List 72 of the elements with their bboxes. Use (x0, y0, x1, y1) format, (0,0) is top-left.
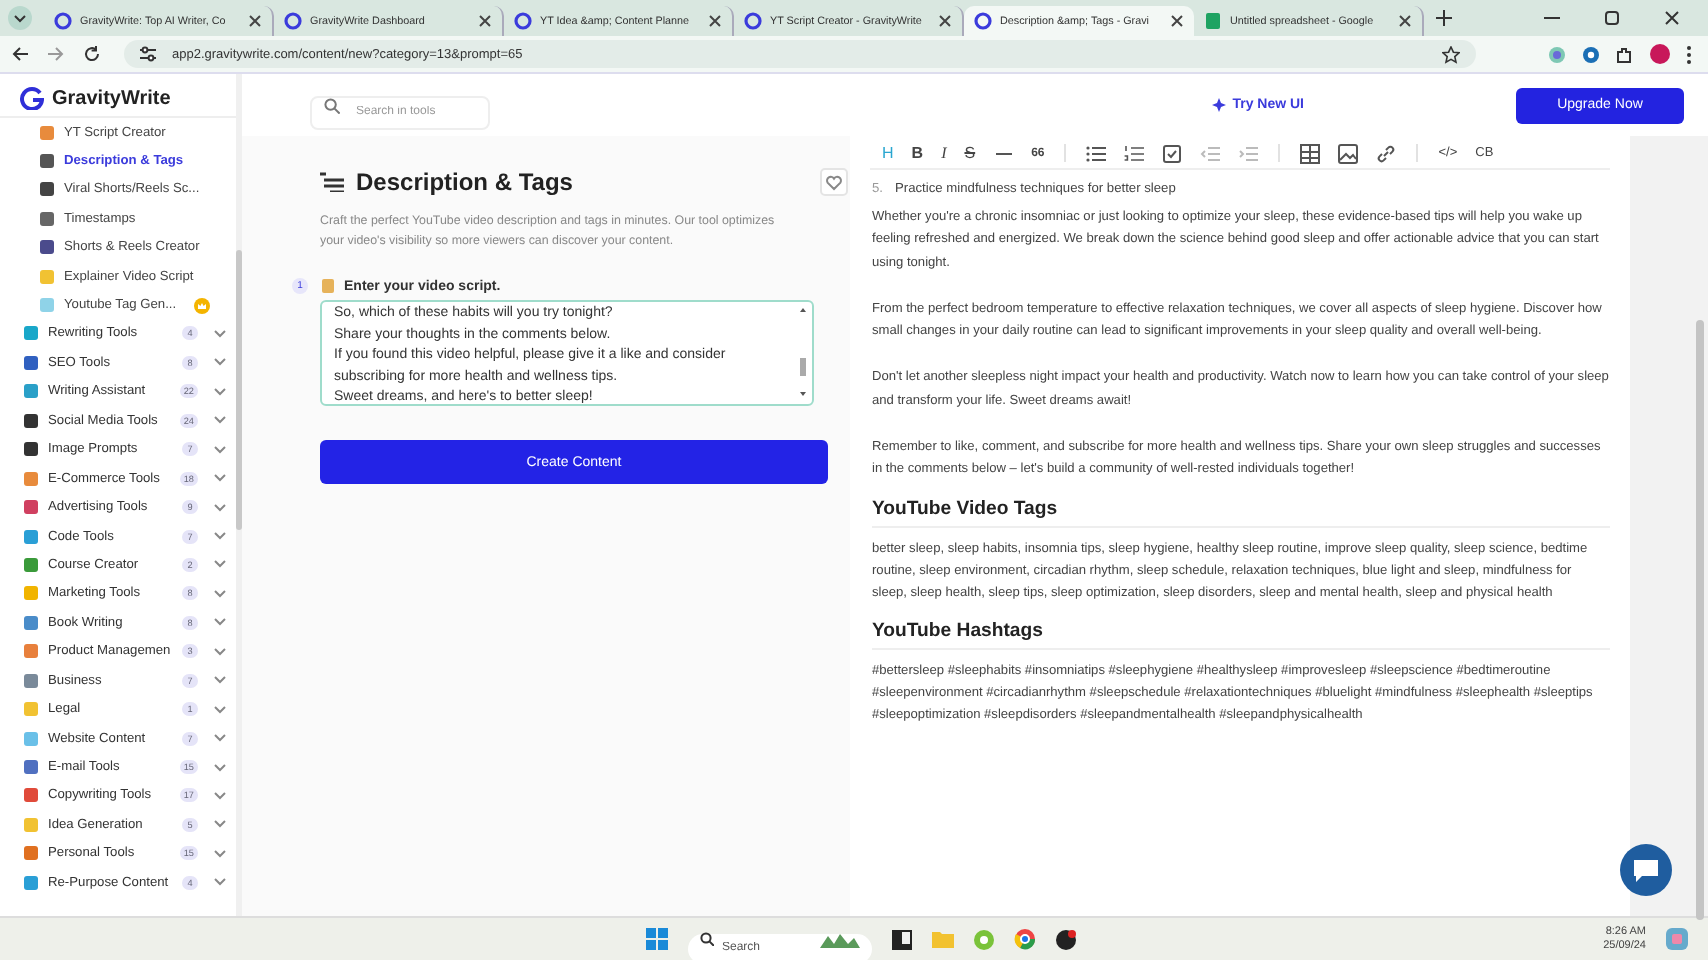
logo-icon (284, 12, 302, 30)
italic-tool[interactable]: I (941, 143, 947, 163)
landscape-icon (820, 930, 860, 948)
strikethrough-tool[interactable]: S (964, 143, 976, 163)
chevron-icon (214, 763, 226, 772)
chevron-icon (214, 647, 226, 656)
sparkle-icon (1212, 98, 1227, 112)
chevron-icon (214, 676, 226, 685)
scrollbar-thumb[interactable] (236, 250, 242, 530)
chevron-icon (214, 445, 226, 454)
bullets-icon[interactable] (1086, 143, 1107, 163)
image-icon[interactable] (1338, 143, 1359, 163)
close-icon[interactable] (938, 14, 952, 28)
logo-icon (974, 12, 992, 30)
section-heading: YouTube Hashtags (872, 619, 1610, 650)
logo-icon (20, 86, 44, 110)
close-icon[interactable] (248, 14, 262, 28)
restore-icon[interactable] (1604, 10, 1620, 26)
link-icon[interactable] (1376, 143, 1397, 163)
dropdown-icon[interactable] (8, 6, 32, 30)
search-icon (324, 97, 340, 113)
close-icon[interactable] (708, 14, 722, 28)
browser-icon[interactable] (1014, 928, 1036, 950)
close-icon[interactable] (1398, 14, 1412, 28)
chevron-icon (214, 329, 226, 338)
close-icon[interactable] (1664, 10, 1680, 26)
bold-tool[interactable]: B (911, 143, 924, 163)
table-icon[interactable] (1300, 143, 1321, 163)
chevron-icon (214, 560, 226, 569)
logo-icon (744, 12, 762, 30)
chevron-icon (214, 618, 226, 627)
scroll-icon (320, 278, 336, 294)
app-icon[interactable] (1056, 929, 1076, 949)
scrollbar-icon (798, 306, 808, 398)
search-icon (700, 932, 714, 946)
chat-icon (1632, 858, 1660, 882)
scrollbar-thumb[interactable] (1696, 320, 1704, 920)
chevron-icon (214, 358, 226, 367)
puzzle-icon[interactable] (1616, 45, 1634, 63)
section-heading: YouTube Video Tags (872, 497, 1610, 528)
chevron-icon (214, 820, 226, 829)
windows-icon[interactable] (646, 928, 668, 950)
back-icon[interactable] (12, 46, 28, 62)
more-icon[interactable] (1686, 45, 1692, 63)
chevron-icon (214, 387, 226, 396)
forward-icon[interactable] (48, 46, 64, 62)
chevron-icon (214, 734, 226, 743)
plus-icon[interactable] (1436, 10, 1452, 26)
logo-icon (54, 12, 72, 30)
chevron-icon (214, 878, 226, 887)
site-settings-icon (140, 46, 156, 62)
close-icon[interactable] (1170, 14, 1184, 28)
chevron-icon (214, 705, 226, 714)
spreadsheet-icon (1204, 12, 1222, 30)
chevron-icon (214, 503, 226, 512)
chevron-icon (214, 416, 226, 425)
logo-text: GravityWrite (52, 87, 171, 109)
chevron-icon (214, 589, 226, 598)
app-icon[interactable] (892, 929, 912, 949)
chevron-icon (214, 791, 226, 800)
avatar-icon[interactable] (1650, 44, 1670, 64)
chevron-icon (214, 474, 226, 483)
chevron-icon (214, 849, 226, 858)
chevron-icon (214, 532, 226, 541)
tool-icon (320, 172, 344, 192)
tool-title: Description & Tags (356, 168, 575, 196)
numbers-icon[interactable] (1124, 143, 1145, 163)
star-icon[interactable] (1442, 45, 1460, 63)
logo-icon (514, 12, 532, 30)
reload-icon[interactable] (84, 46, 100, 62)
close-icon[interactable] (478, 14, 492, 28)
checklist-icon[interactable] (1162, 143, 1183, 163)
